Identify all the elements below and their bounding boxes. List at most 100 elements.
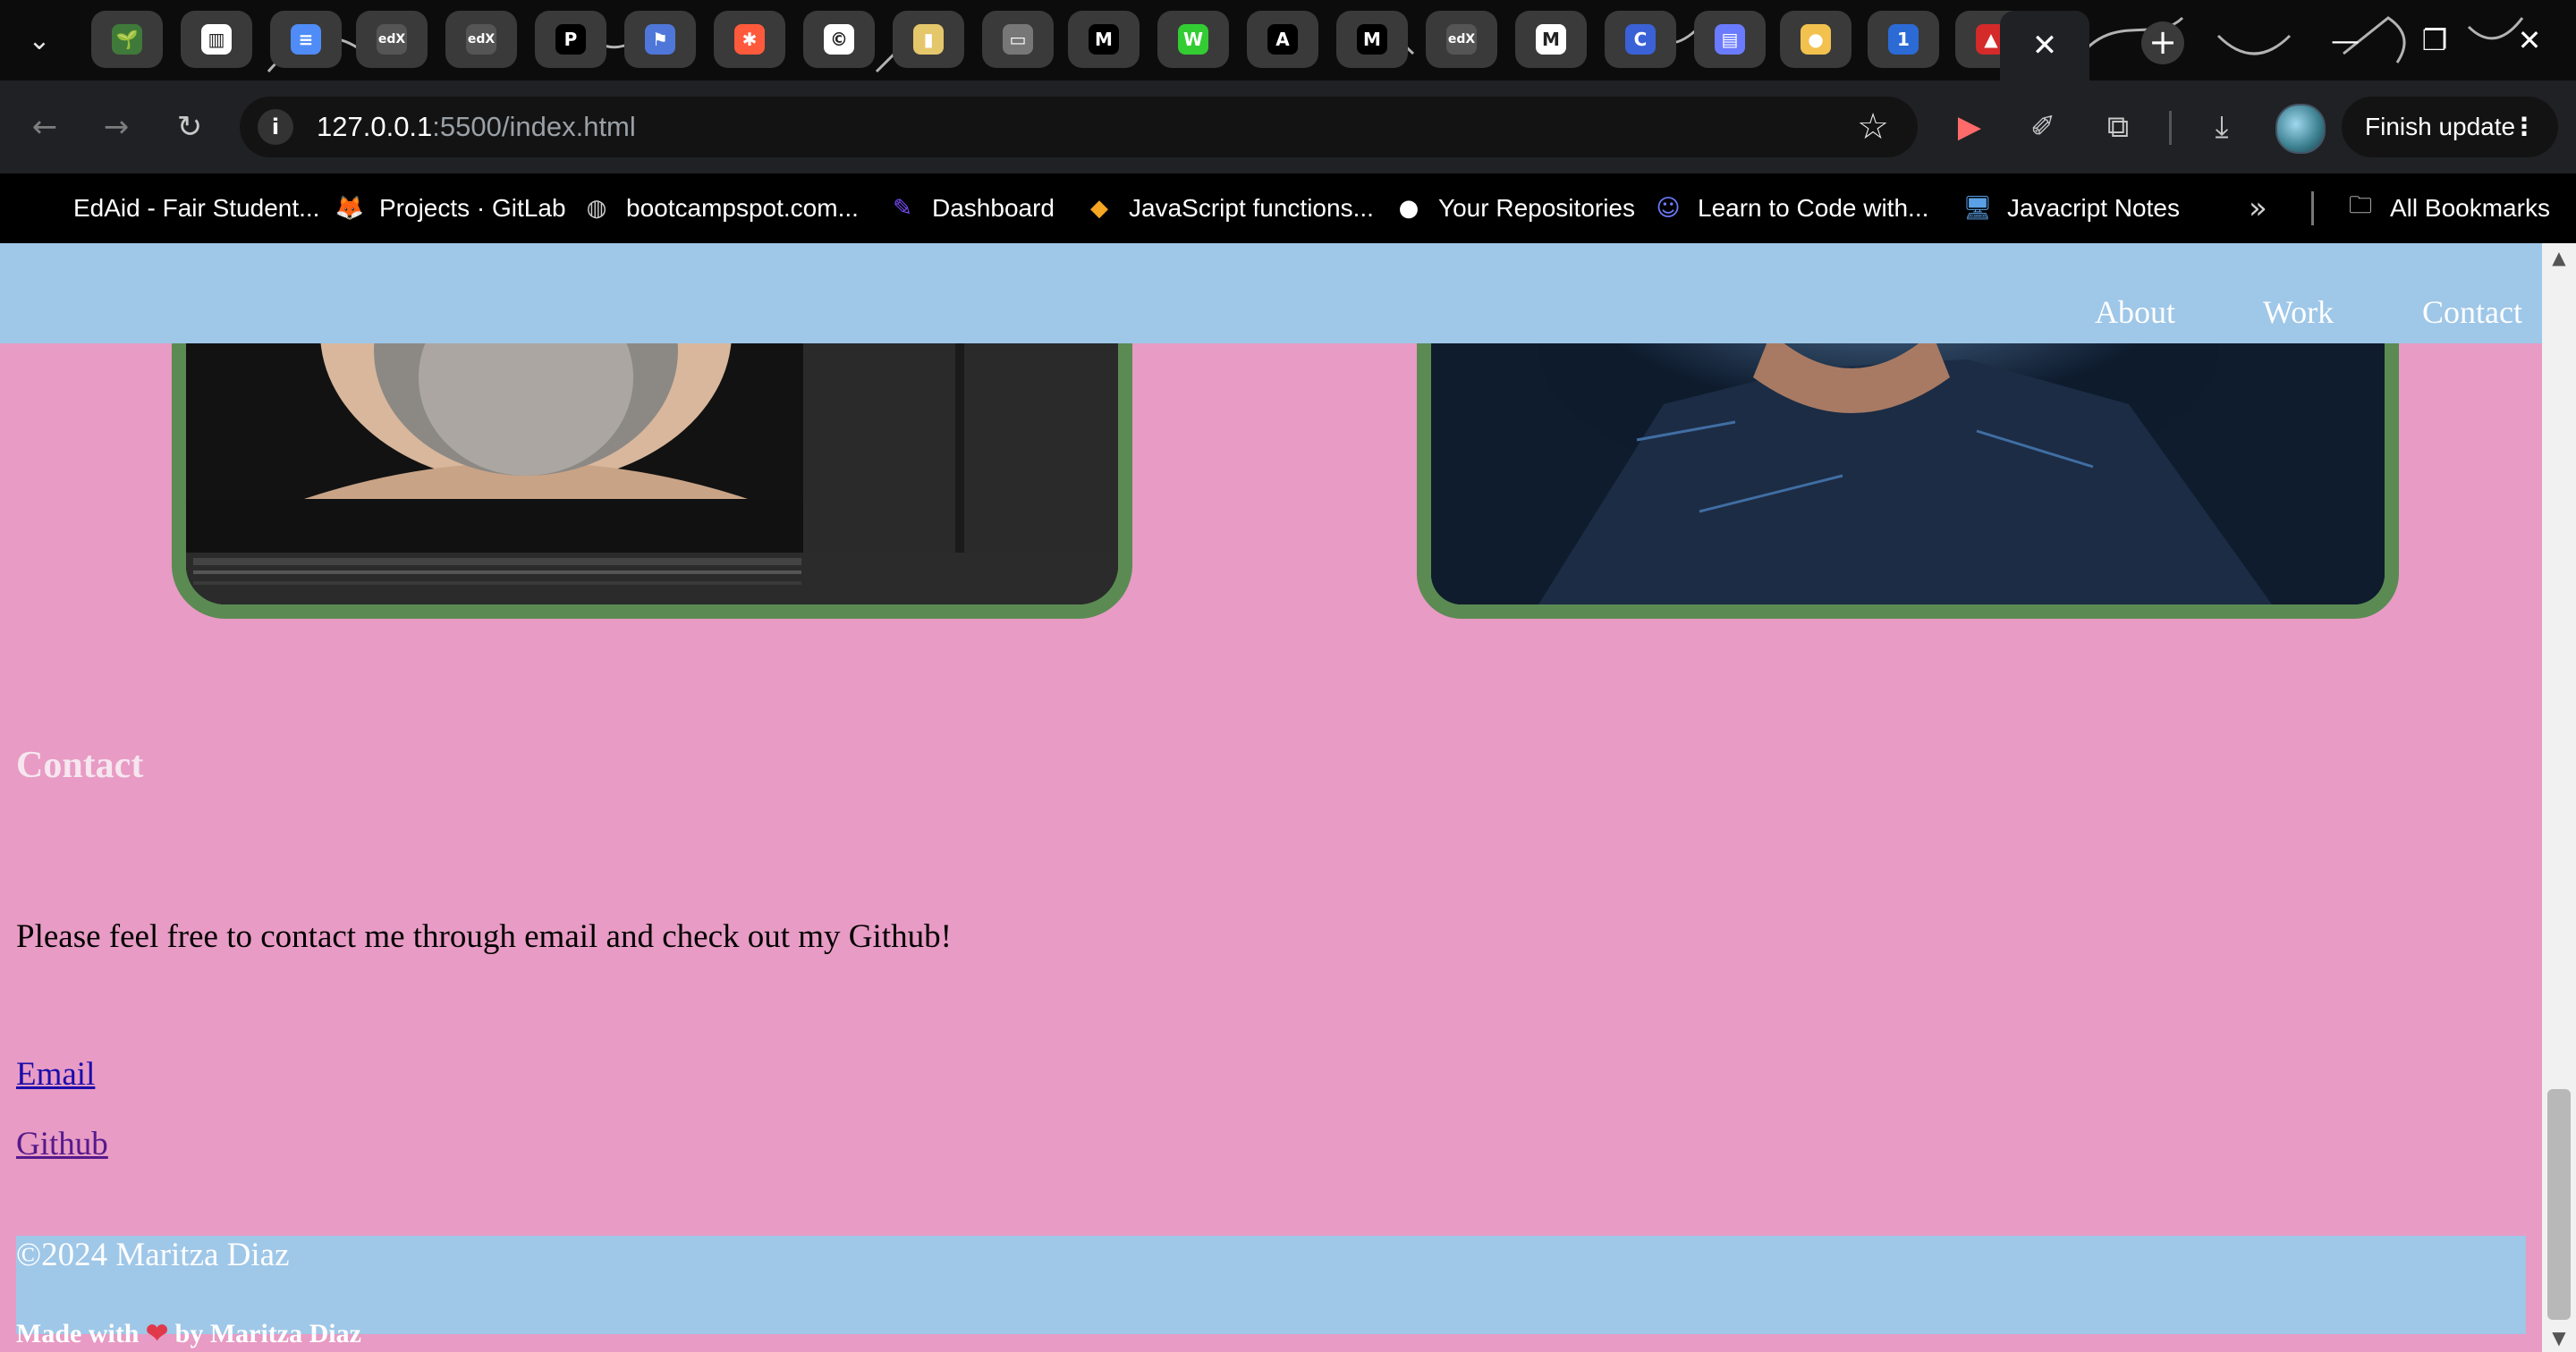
screen-recorder-extension-icon[interactable]: ▶	[1948, 106, 1991, 148]
restore-window-button[interactable]: ❐	[2408, 18, 2462, 63]
copyright-text: ©2024 Maritza Diaz	[16, 1237, 290, 1273]
tab-w-circle[interactable]: W	[1157, 11, 1229, 68]
bookmark-label: JavaScript functions...	[1129, 194, 1374, 222]
bookmark-item[interactable]: ◍ bootcampspot.com...	[580, 173, 859, 243]
forward-button[interactable]: →	[93, 104, 140, 150]
more-bookmarks-icon[interactable]: »	[2249, 173, 2267, 243]
tab-edx-3[interactable]: edX	[1426, 11, 1497, 68]
number-icon: 1	[1888, 24, 1919, 55]
tab-app-window[interactable]: ▤	[1694, 11, 1766, 68]
close-window-button[interactable]: ✕	[2503, 18, 2556, 63]
new-tab-button[interactable]: +	[2141, 21, 2184, 64]
edx-icon: edX	[377, 24, 407, 55]
tab-edx-1[interactable]: edX	[356, 11, 428, 68]
bookmarks-bar: EdAid - Fair Student... 🦊 Projects · GitLa…	[0, 173, 2576, 243]
nav-link-work[interactable]: Work	[2263, 293, 2334, 331]
project-image-card-right[interactable]	[1417, 297, 2399, 619]
bookmark-item[interactable]: ✎ Dashboard	[886, 173, 1055, 243]
w-icon: W	[1178, 24, 1208, 55]
site-navbar: About Work Contact	[0, 243, 2542, 343]
tab-trello[interactable]: ▥	[181, 11, 252, 68]
dashboard-icon: ✎	[893, 195, 912, 222]
toolbar-divider	[2169, 111, 2172, 145]
diamond-icon: ◆	[1090, 195, 1108, 222]
tab-window[interactable]: ▭	[982, 11, 1054, 68]
contact-heading: Contact	[16, 745, 144, 786]
tab-edx-2[interactable]: edX	[445, 11, 517, 68]
heart-icon: ❤	[146, 1319, 169, 1348]
edaid-icon	[27, 191, 61, 225]
color-picker-extension-icon[interactable]: ✐	[2021, 106, 2064, 148]
project-image-card-left[interactable]	[172, 297, 1132, 619]
scrollbar-thumb[interactable]	[2547, 1089, 2571, 1320]
bookmark-item[interactable]: 🖥 Javacript Notes	[1961, 173, 2180, 243]
close-tab-icon[interactable]: ✕	[2032, 28, 2058, 63]
tab-plant[interactable]: 🌱	[91, 11, 163, 68]
email-link[interactable]: Email	[16, 1055, 95, 1094]
contact-description: Please feel free to contact me through e…	[16, 918, 952, 955]
bookmark-label: Javacript Notes	[2007, 194, 2180, 222]
site-info-icon[interactable]: i	[258, 109, 293, 145]
url-text[interactable]: 127.0.0.1:5500/index.html	[317, 97, 636, 157]
more-menu-icon[interactable]: ⋮	[2512, 97, 2537, 157]
tab-asterisk[interactable]: ✱	[714, 11, 785, 68]
made-with-credit: Made with ❤ by Maritza Diaz	[16, 1319, 361, 1348]
scroll-up-arrow-icon[interactable]: ▲	[2542, 247, 2576, 268]
bookmark-item[interactable]: ● Your Repositories	[1392, 173, 1635, 243]
tab-a-circle[interactable]: A	[1247, 11, 1318, 68]
tab-flag[interactable]: ⚑	[624, 11, 696, 68]
tab-pandora[interactable]: P	[535, 11, 606, 68]
site-footer: ©2024 Maritza Diaz	[16, 1236, 2526, 1334]
trello-icon: ▥	[201, 24, 232, 55]
tab-yellow-square[interactable]: ▮	[893, 11, 964, 68]
tab-google-docs[interactable]: ≡	[270, 11, 342, 68]
tab-m-1[interactable]: M	[1068, 11, 1140, 68]
tab-c-circle[interactable]: ©	[803, 11, 875, 68]
tab-gmail[interactable]: M	[1515, 11, 1587, 68]
extensions-puzzle-icon[interactable]: ⧉	[2097, 106, 2140, 148]
finish-update-button[interactable]: Finish update ⋮	[2342, 97, 2558, 157]
gitlab-icon: 🦊	[335, 195, 365, 222]
bookmark-item[interactable]: EdAid - Fair Student...	[27, 173, 319, 243]
bookmark-label: Projects · GitLab	[379, 194, 566, 222]
m-icon: M	[1357, 24, 1387, 55]
bookmark-item[interactable]: 🦊 Projects · GitLab	[333, 173, 566, 243]
edx-icon: edX	[466, 24, 496, 55]
c-circle-icon: ©	[824, 24, 854, 55]
robot-icon: ☺	[1656, 195, 1681, 222]
nav-link-about[interactable]: About	[2095, 293, 2175, 331]
window-icon: ▭	[1003, 24, 1033, 55]
scroll-down-arrow-icon[interactable]: ▼	[2542, 1327, 2576, 1348]
active-tab[interactable]: ✕	[2000, 11, 2089, 80]
address-bar[interactable]: i 127.0.0.1:5500/index.html ☆	[240, 97, 1918, 157]
tab-m-2[interactable]: M	[1336, 11, 1408, 68]
reload-button[interactable]: ↻	[166, 104, 213, 150]
page-scrollbar[interactable]: ▲ ▼	[2542, 243, 2576, 1352]
asterisk-icon: ✱	[734, 24, 765, 55]
all-bookmarks-button[interactable]: 🗀 All Bookmarks	[2343, 173, 2550, 243]
a-icon: A	[1267, 24, 1298, 55]
minimize-window-button[interactable]: —	[2318, 18, 2372, 63]
bookmark-item[interactable]: ◆ JavaScript functions...	[1082, 173, 1374, 243]
m-icon: M	[1089, 24, 1119, 55]
window-icon: ▤	[1715, 24, 1745, 55]
tab-search-chevron-icon[interactable]: ⌄	[20, 21, 59, 61]
bookmark-star-icon[interactable]: ☆	[1857, 106, 1889, 148]
tab-badge[interactable]: ●	[1780, 11, 1852, 68]
square-icon: ▮	[913, 24, 944, 55]
tab-c-blue[interactable]: C	[1605, 11, 1676, 68]
badge-icon: ●	[1801, 24, 1831, 55]
tab-strip: ⌄ 🌱 ▥ ≡ edX edX P ⚑ ✱ © ▮ ▭ M W A MedX M C ▤ ● 1 ▲ ✕ + — ❐ ✕	[0, 0, 2576, 80]
flag-icon: ⚑	[645, 24, 675, 55]
tab-one[interactable]: 1	[1868, 11, 1939, 68]
bookmark-item[interactable]: ☺ Learn to Code with...	[1651, 173, 1928, 243]
github-link[interactable]: Github	[16, 1125, 108, 1163]
downloads-icon[interactable]: ⤓	[2200, 106, 2243, 148]
gmail-icon: M	[1536, 24, 1566, 55]
browser-toolbar: ← → ↻ i 127.0.0.1:5500/index.html ☆ ▶ ✐ …	[0, 80, 2576, 173]
docs-icon: ≡	[291, 24, 321, 55]
back-button[interactable]: ←	[21, 104, 68, 150]
github-icon: ●	[1398, 195, 1419, 222]
nav-link-contact[interactable]: Contact	[2422, 293, 2522, 331]
profile-avatar[interactable]	[2275, 104, 2326, 154]
